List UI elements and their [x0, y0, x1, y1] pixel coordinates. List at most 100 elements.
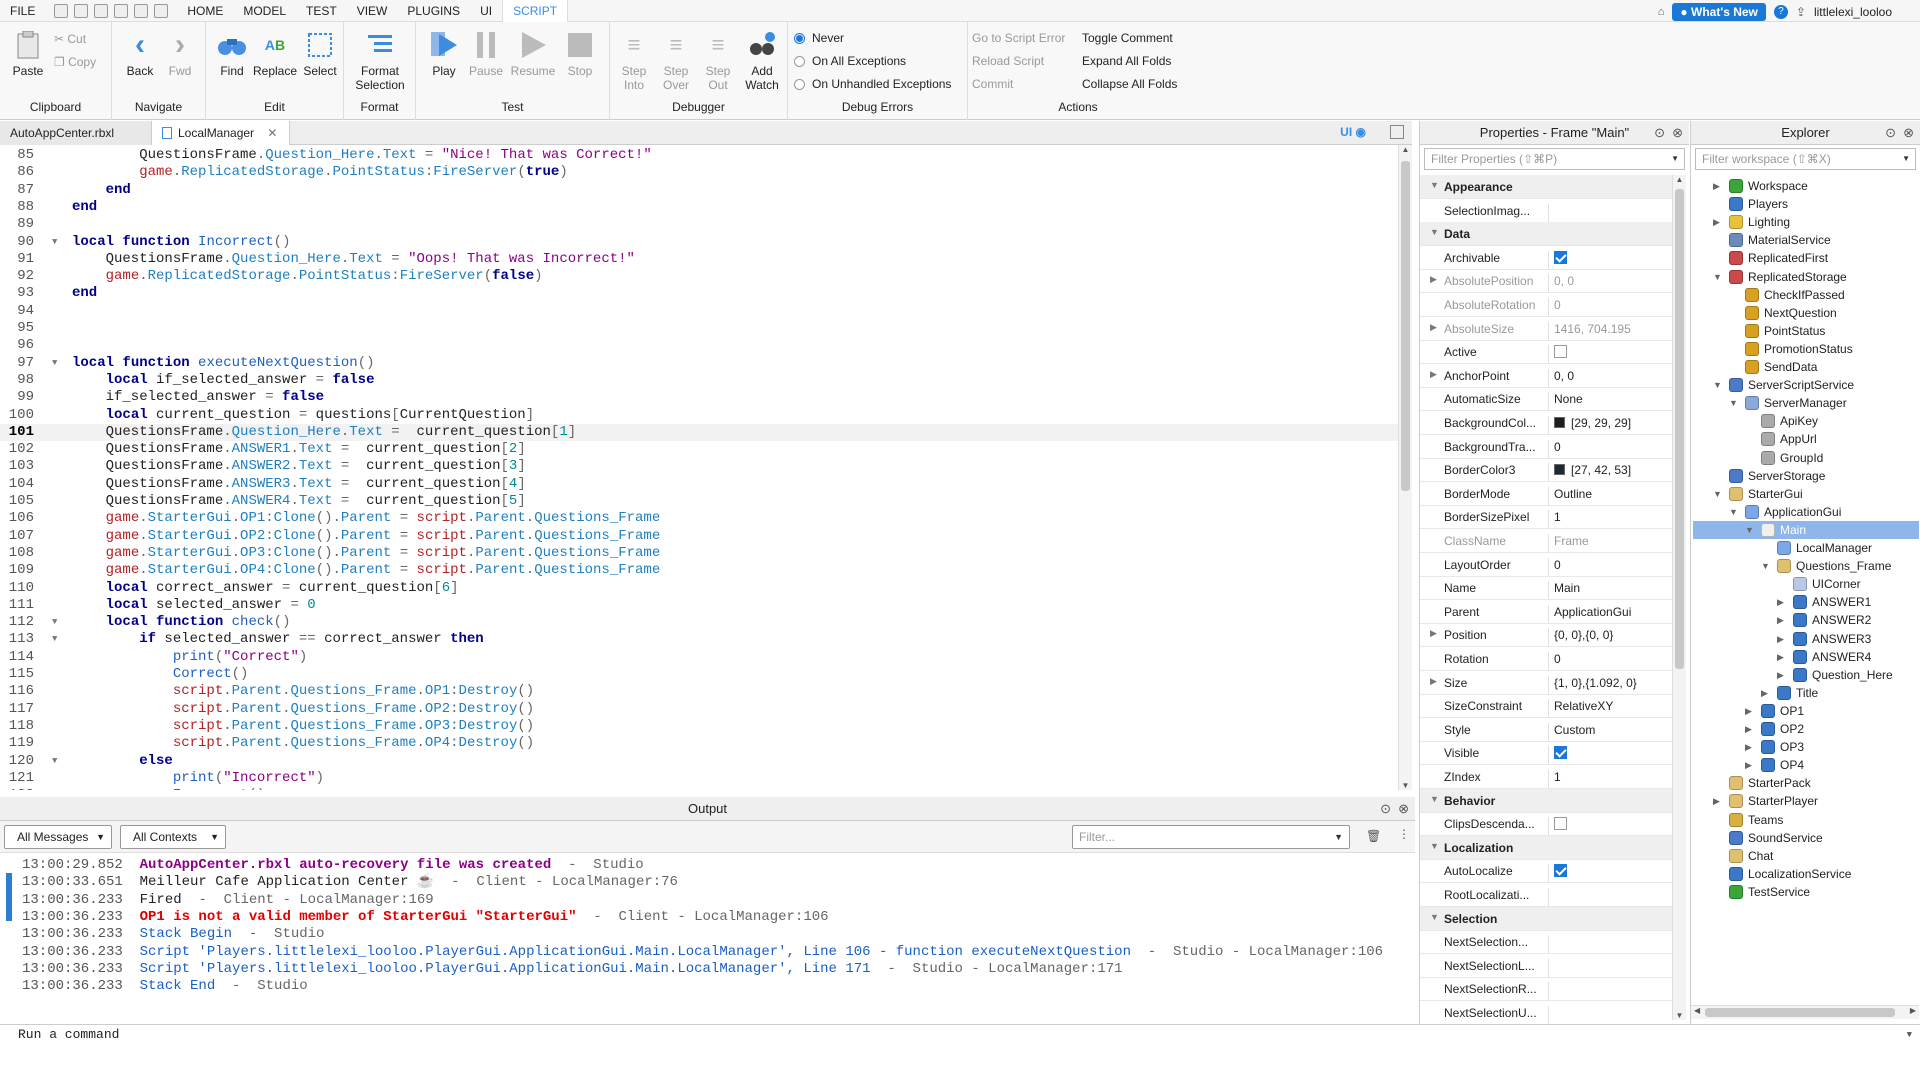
code-line[interactable]: 106 game.StarterGui.OP1:Clone().Parent =…: [0, 510, 1398, 527]
explorer-item[interactable]: ▶ Title: [1761, 684, 1818, 702]
context-dropdown[interactable]: All Contexts ▼: [120, 825, 226, 849]
property-value[interactable]: 0: [1548, 557, 1668, 576]
menu-home[interactable]: HOME: [177, 0, 233, 22]
redo-icon[interactable]: [94, 3, 109, 18]
property-row[interactable]: ▶ Position {0, 0},{0, 0}: [1420, 623, 1672, 648]
expand-all-folds-button[interactable]: Expand All Folds: [1082, 54, 1171, 68]
code-line[interactable]: 88 end: [0, 199, 1398, 216]
output-line[interactable]: 13:00:29.852 AutoAppCenter.rbxl auto-rec…: [22, 857, 644, 874]
property-row[interactable]: ZIndex 1: [1420, 765, 1672, 789]
property-row[interactable]: Rotation 0: [1420, 647, 1672, 671]
property-section[interactable]: ▼ Localization: [1420, 835, 1672, 860]
scroll-down-icon[interactable]: ▼: [1673, 1011, 1686, 1020]
property-section[interactable]: ▼ Behavior: [1420, 788, 1672, 813]
undock-icon[interactable]: ⊙: [1380, 797, 1391, 821]
expand-icon[interactable]: ▶: [1777, 648, 1784, 666]
explorer-item[interactable]: ▶ Lighting: [1713, 213, 1790, 231]
property-value[interactable]: 0: [1548, 439, 1668, 458]
checkbox[interactable]: [1554, 864, 1567, 878]
share-icon[interactable]: ⇪: [1796, 5, 1806, 19]
close-icon[interactable]: ⊗: [1672, 121, 1683, 145]
collapse-icon[interactable]: ▼: [1430, 794, 1439, 804]
checkbox[interactable]: [1554, 817, 1567, 831]
property-row[interactable]: BorderMode Outline: [1420, 482, 1672, 506]
split-view-icon[interactable]: [1390, 125, 1404, 139]
expand-icon[interactable]: ▶: [1777, 611, 1784, 629]
explorer-item[interactable]: ▶ ANSWER4: [1777, 648, 1871, 666]
explorer-item[interactable]: ▶ Question_Here: [1777, 666, 1893, 684]
command-bar[interactable]: Run a command ▼: [0, 1024, 1920, 1046]
explorer-item[interactable]: LocalManager: [1777, 539, 1872, 557]
forward-button[interactable]: › Fwd: [160, 30, 200, 79]
output-log[interactable]: 13:00:29.852 AutoAppCenter.rbxl auto-rec…: [0, 853, 1415, 1021]
code-line[interactable]: 104 QuestionsFrame.ANSWER3.Text = curren…: [0, 476, 1398, 493]
property-row[interactable]: AbsoluteRotation 0: [1420, 293, 1672, 317]
explorer-item[interactable]: ▶ OP1: [1745, 702, 1804, 720]
property-value[interactable]: [1548, 864, 1668, 883]
code-line[interactable]: 108 game.StarterGui.OP3:Clone().Parent =…: [0, 545, 1398, 562]
explorer-item[interactable]: ▼ ServerScriptService: [1713, 376, 1854, 394]
property-value[interactable]: [29, 29, 29]: [1548, 416, 1668, 434]
expand-icon[interactable]: ▶: [1430, 274, 1437, 285]
code-line[interactable]: 116 script.Parent.Questions_Frame.OP1:De…: [0, 683, 1398, 700]
explorer-item[interactable]: ▶ ANSWER2: [1777, 611, 1871, 629]
explorer-item[interactable]: AppUrl: [1761, 430, 1817, 448]
explorer-item[interactable]: PromotionStatus: [1745, 340, 1853, 358]
property-value[interactable]: [1548, 250, 1668, 269]
code-line[interactable]: 96: [0, 337, 1398, 354]
expand-icon[interactable]: ▶: [1745, 720, 1752, 738]
property-row[interactable]: NextSelectionR...: [1420, 977, 1672, 1002]
expand-icon[interactable]: ▶: [1745, 756, 1752, 774]
chevron-down-icon[interactable]: ▼: [1907, 1025, 1912, 1045]
menu-script[interactable]: SCRIPT: [502, 0, 569, 22]
output-line[interactable]: 13:00:36.233 Stack Begin - Studio: [22, 926, 324, 943]
scroll-thumb[interactable]: [1675, 189, 1684, 669]
code-line[interactable]: 115 Correct(): [0, 666, 1398, 683]
menu-model[interactable]: MODEL: [233, 0, 296, 22]
menu-view[interactable]: VIEW: [347, 0, 398, 22]
property-row[interactable]: ClassName Frame: [1420, 529, 1672, 553]
add-watch-button[interactable]: Add Watch: [740, 30, 784, 92]
property-value[interactable]: [1548, 345, 1668, 364]
property-section[interactable]: ▼ Appearance: [1420, 175, 1672, 199]
property-row[interactable]: NextSelectionL...: [1420, 954, 1672, 978]
step-over-button[interactable]: ≡ Step Over: [656, 30, 696, 93]
checkbox[interactable]: [1554, 345, 1567, 359]
collapse-all-folds-button[interactable]: Collapse All Folds: [1082, 77, 1177, 91]
more-icon[interactable]: ⋮: [1398, 827, 1410, 841]
property-value[interactable]: Main: [1548, 581, 1668, 600]
code-line[interactable]: 100 local current_question = questions[C…: [0, 407, 1398, 424]
whats-new-button[interactable]: ● What's New: [1672, 3, 1766, 21]
property-value[interactable]: [1548, 746, 1668, 765]
explorer-item[interactable]: StarterPack: [1729, 774, 1811, 792]
explorer-item[interactable]: LocalizationService: [1729, 865, 1851, 883]
property-value[interactable]: {1, 0},{1.092, 0}: [1548, 675, 1668, 694]
property-section[interactable]: ▼ Data: [1420, 222, 1672, 247]
explorer-item[interactable]: ▼ StarterGui: [1713, 485, 1803, 503]
expand-icon[interactable]: ▶: [1745, 702, 1752, 720]
all-exceptions-radio[interactable]: On All Exceptions: [794, 54, 906, 68]
menu-file[interactable]: FILE: [0, 0, 45, 22]
property-row[interactable]: BackgroundCol... [29, 29, 29]: [1420, 411, 1672, 435]
pause-button[interactable]: Pause: [466, 30, 506, 78]
explorer-item[interactable]: NextQuestion: [1745, 304, 1837, 322]
property-row[interactable]: SizeConstraint RelativeXY: [1420, 694, 1672, 719]
checkbox[interactable]: [1554, 746, 1567, 760]
property-row[interactable]: AutomaticSize None: [1420, 387, 1672, 412]
step-into-button[interactable]: ≡ Step Into: [614, 30, 654, 93]
properties-filter-input[interactable]: Filter Properties (⇧⌘P) ▼: [1424, 148, 1685, 170]
collapse-icon[interactable]: ▼: [1713, 485, 1722, 503]
goto-script-error-button[interactable]: Go to Script Error: [972, 31, 1065, 45]
property-row[interactable]: LayoutOrder 0: [1420, 553, 1672, 577]
code-line[interactable]: 85 QuestionsFrame.Question_Here.Text = "…: [0, 147, 1398, 164]
code-line[interactable]: 114 print("Correct"): [0, 649, 1398, 666]
save-icon[interactable]: [134, 3, 149, 18]
expand-icon[interactable]: ▶: [1430, 322, 1437, 333]
properties-scrollbar[interactable]: ▲ ▼: [1672, 175, 1686, 1020]
expand-icon[interactable]: ▶: [1713, 213, 1720, 231]
reload-script-button[interactable]: Reload Script: [972, 54, 1044, 68]
scroll-down-icon[interactable]: ▼: [1399, 781, 1412, 790]
unhandled-exceptions-radio[interactable]: On Unhandled Exceptions: [794, 77, 951, 91]
collapse-icon[interactable]: ▼: [1430, 227, 1439, 237]
code-line[interactable]: 113 ▼ if selected_answer == correct_answe…: [0, 631, 1398, 648]
